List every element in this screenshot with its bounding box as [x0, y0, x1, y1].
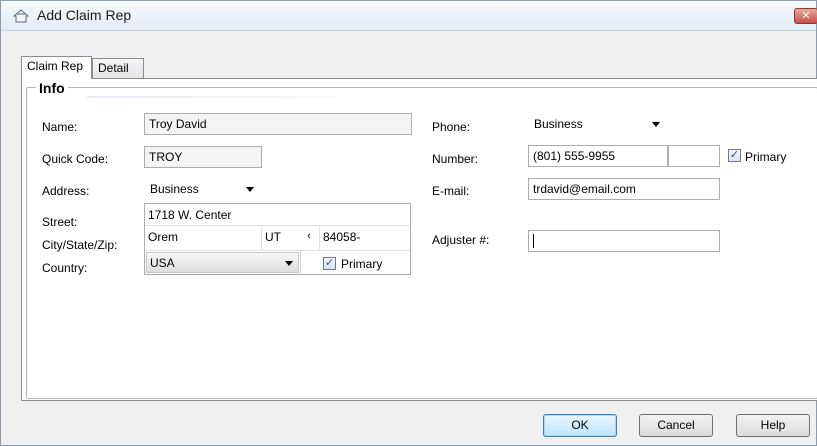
window-title: Add Claim Rep	[37, 7, 132, 23]
divider	[261, 226, 262, 250]
tab-panel-claim-rep: Info Name: Troy David Quick Code: TROY A…	[21, 78, 817, 401]
country-label: Country:	[42, 261, 88, 275]
address-type-value: Business	[150, 182, 199, 196]
title-bar[interactable]: Add Claim Rep ✕	[1, 1, 817, 31]
text-cursor	[533, 234, 534, 248]
tab-detail[interactable]: Detail	[92, 58, 144, 79]
divider	[319, 226, 320, 250]
email-input[interactable]: trdavid@email.com	[528, 178, 720, 200]
name-input[interactable]: Troy David	[144, 113, 412, 135]
phone-primary-checkbox[interactable]: ✓	[728, 149, 741, 162]
adjuster-label: Adjuster #:	[432, 233, 490, 247]
phone-extension-input[interactable]	[668, 145, 720, 167]
address-primary-label: Primary	[341, 257, 383, 271]
country-select[interactable]: USA	[146, 252, 299, 273]
divider	[145, 225, 410, 226]
divider	[145, 250, 410, 251]
adjuster-input[interactable]	[528, 230, 720, 252]
group-title: Info	[36, 80, 68, 96]
name-label: Name:	[42, 120, 78, 134]
chevron-left-icon: ‹	[307, 230, 311, 242]
app-icon	[13, 9, 29, 23]
street-input[interactable]: 1718 W. Center	[148, 206, 406, 224]
chevron-down-icon	[285, 261, 293, 266]
chevron-down-icon	[652, 122, 660, 127]
address-label: Address:	[42, 184, 90, 198]
cancel-button[interactable]: Cancel	[639, 414, 713, 437]
checkmark-icon: ✓	[729, 149, 740, 161]
ok-button[interactable]: OK	[543, 414, 617, 437]
quick-code-input[interactable]: TROY	[144, 146, 262, 168]
tab-label: Detail	[98, 61, 129, 75]
tab-claim-rep[interactable]: Claim Rep	[21, 56, 92, 79]
street-label: Street:	[42, 215, 78, 229]
phone-primary-label: Primary	[745, 150, 787, 164]
close-button[interactable]: ✕	[794, 8, 817, 24]
chevron-down-icon	[246, 187, 254, 192]
city-input[interactable]: Orem	[148, 228, 258, 246]
number-label: Number:	[432, 152, 479, 166]
phone-label: Phone:	[432, 120, 471, 134]
city-state-zip-label: City/State/Zip:	[42, 238, 118, 252]
address-type-select[interactable]: Business	[144, 178, 260, 200]
divider	[300, 250, 301, 275]
quick-code-label: Quick Code:	[42, 152, 109, 166]
address-primary-checkbox[interactable]: ✓	[323, 257, 336, 270]
group-title-underline	[87, 96, 333, 98]
zip-input[interactable]: 84058-	[323, 228, 403, 246]
country-value: USA	[150, 256, 175, 270]
address-box: 1718 W. Center Orem UT ‹ 84058- USA ✓ Pr…	[144, 203, 411, 275]
dialog-window: Add Claim Rep ✕ Claim Rep Detail Info Na…	[0, 0, 817, 446]
email-label: E-mail:	[432, 184, 470, 198]
phone-type-select[interactable]: Business	[528, 113, 666, 135]
help-button[interactable]: Help	[736, 414, 810, 437]
close-icon: ✕	[801, 10, 811, 22]
phone-number-input[interactable]: (801) 555-9955	[528, 145, 668, 167]
phone-type-value: Business	[534, 117, 583, 131]
tab-label: Claim Rep	[27, 59, 84, 73]
state-arrow-button[interactable]: ‹	[299, 226, 319, 248]
checkmark-icon: ✓	[324, 257, 335, 269]
state-input[interactable]: UT	[265, 228, 295, 246]
